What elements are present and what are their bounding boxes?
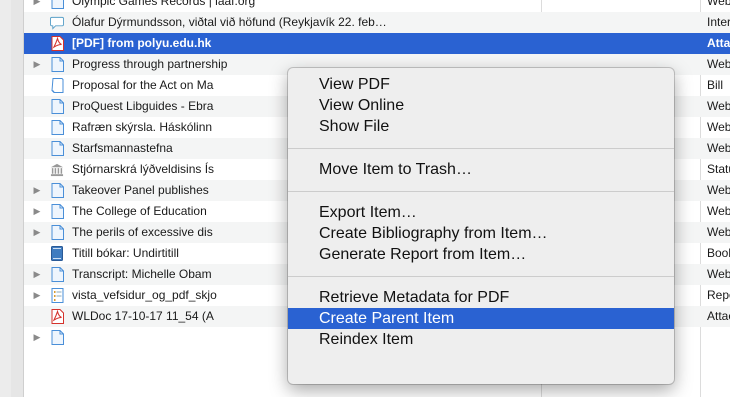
disclosure-triangle-icon[interactable]: ▶	[24, 327, 50, 348]
speech-bubble-icon	[50, 15, 64, 31]
table-row[interactable]: ▶ Olympic Games Records | iaaf.org Web	[24, 0, 730, 12]
page-icon	[50, 57, 64, 73]
row-item-type: Web	[707, 267, 730, 281]
page-icon	[50, 183, 64, 199]
row-item-type: Bill	[707, 78, 724, 92]
context-menu: View PDF View Online Show File Move Item to…	[288, 68, 674, 384]
page-icon	[50, 330, 64, 346]
row-title: Ólafur Dýrmundsson, viðtal við höfund (R…	[72, 15, 387, 29]
row-item-type: Web	[707, 0, 730, 8]
disclosure-triangle-icon[interactable]: ▶	[24, 285, 50, 306]
row-item-type: Repo	[707, 288, 730, 302]
page-icon	[50, 120, 64, 136]
bill-icon	[50, 78, 64, 94]
table-row[interactable]: [PDF] from polyu.edu.hk Attac	[24, 33, 730, 54]
row-item-type: Interv	[707, 15, 730, 29]
row-item-type: Statu	[707, 162, 730, 176]
row-item-type: Web	[707, 204, 730, 218]
menu-separator	[288, 276, 674, 277]
menu-item-export-item[interactable]: Export Item…	[288, 202, 674, 223]
disclosure-triangle-icon[interactable]: ▶	[24, 180, 50, 201]
menu-item-view-online[interactable]: View Online	[288, 95, 674, 116]
page-icon	[50, 99, 64, 115]
table-row[interactable]: Ólafur Dýrmundsson, viðtal við höfund (R…	[24, 12, 730, 33]
row-item-type: Web	[707, 183, 730, 197]
page-icon	[50, 225, 64, 241]
row-item-type: Web	[707, 57, 730, 71]
row-item-type: Attac	[707, 36, 730, 50]
row-item-type: Web	[707, 99, 730, 113]
menu-separator	[288, 191, 674, 192]
row-item-type: Web	[707, 120, 730, 134]
row-item-type: Book	[707, 246, 730, 260]
pdf-icon	[50, 309, 64, 325]
page-icon	[50, 267, 64, 283]
row-item-type: Web	[707, 141, 730, 155]
page-icon	[50, 141, 64, 157]
menu-item-create-parent-item[interactable]: Create Parent Item	[288, 308, 674, 329]
pdf-icon	[50, 36, 64, 52]
menu-separator	[288, 148, 674, 149]
row-title: Olympic Games Records | iaaf.org	[72, 0, 256, 8]
page-icon	[50, 0, 64, 10]
row-item-type: Web	[707, 225, 730, 239]
row-item-type: Attac	[707, 309, 730, 323]
disclosure-triangle-icon[interactable]: ▶	[24, 201, 50, 222]
disclosure-triangle-icon[interactable]: ▶	[24, 54, 50, 75]
disclosure-triangle-icon[interactable]: ▶	[24, 222, 50, 243]
row-title: [PDF] from polyu.edu.hk	[72, 36, 212, 50]
page-icon	[50, 204, 64, 220]
statute-icon	[50, 162, 64, 178]
disclosure-triangle-icon[interactable]: ▶	[24, 0, 50, 12]
menu-item-view-pdf[interactable]: View PDF	[288, 74, 674, 95]
disclosure-triangle-icon[interactable]: ▶	[24, 264, 50, 285]
menu-item-show-file[interactable]: Show File	[288, 116, 674, 137]
report-icon	[50, 288, 64, 304]
menu-item-generate-report-from-item[interactable]: Generate Report from Item…	[288, 244, 674, 265]
menu-item-retrieve-metadata-for-pdf[interactable]: Retrieve Metadata for PDF	[288, 287, 674, 308]
book-icon	[50, 246, 64, 262]
menu-item-create-bibliography-from-item[interactable]: Create Bibliography from Item…	[288, 223, 674, 244]
menu-item-reindex-item[interactable]: Reindex Item	[288, 329, 674, 350]
menu-item-move-item-to-trash[interactable]: Move Item to Trash…	[288, 159, 674, 180]
